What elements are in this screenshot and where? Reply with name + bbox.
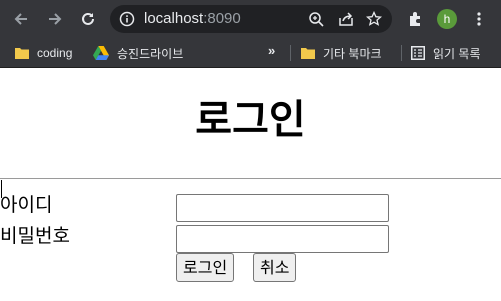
back-icon[interactable] (9, 7, 33, 31)
bookmark-label: coding (37, 46, 73, 60)
bookmark-drive[interactable]: 승진드라이브 (93, 43, 183, 63)
reading-list-icon (411, 46, 425, 60)
star-icon[interactable] (365, 10, 383, 27)
reload-icon[interactable] (76, 7, 100, 31)
site-info-icon[interactable] (119, 11, 135, 27)
address-bar[interactable]: localhost:8090 (110, 5, 392, 33)
bookmarks-divider (401, 45, 402, 61)
bookmarks-bar: coding 승진드라이브 » 기타 북마크 읽기 목록 (0, 38, 501, 68)
menu-icon[interactable] (467, 7, 491, 31)
bookmark-label: 읽기 목록 (433, 46, 481, 61)
login-button[interactable]: 로그인 (176, 253, 235, 282)
url-text: localhost:8090 (144, 10, 241, 28)
bookmark-coding[interactable]: coding (15, 43, 72, 63)
divider (0, 178, 501, 179)
bookmark-label: 기타 북마크 (323, 46, 382, 61)
page-title: 로그인 (195, 97, 306, 143)
extensions-icon[interactable] (403, 7, 427, 31)
password-input[interactable] (176, 225, 389, 253)
bookmark-label: 승진드라이브 (117, 46, 184, 61)
password-label: 비밀번호 (0, 225, 70, 247)
cancel-button[interactable]: 취소 (253, 253, 297, 282)
bookmark-other[interactable]: 기타 북마크 (301, 43, 382, 63)
bookmarks-more-button[interactable]: » (268, 43, 275, 58)
zoom-icon[interactable] (308, 11, 324, 27)
bookmark-reading-list[interactable]: 읽기 목록 (411, 43, 481, 63)
forward-icon[interactable] (43, 7, 67, 31)
url-host: localhost (144, 10, 204, 27)
profile-avatar[interactable]: h (437, 9, 457, 29)
url-port: :8090 (203, 10, 241, 27)
id-label: 아이디 (0, 194, 53, 216)
folder-icon (15, 48, 29, 59)
bookmarks-divider (290, 45, 291, 61)
browser-toolbar: localhost:8090 h (0, 0, 501, 38)
google-drive-icon (93, 46, 109, 60)
share-icon[interactable] (338, 11, 354, 27)
folder-icon (301, 48, 315, 59)
id-input[interactable] (176, 194, 389, 222)
